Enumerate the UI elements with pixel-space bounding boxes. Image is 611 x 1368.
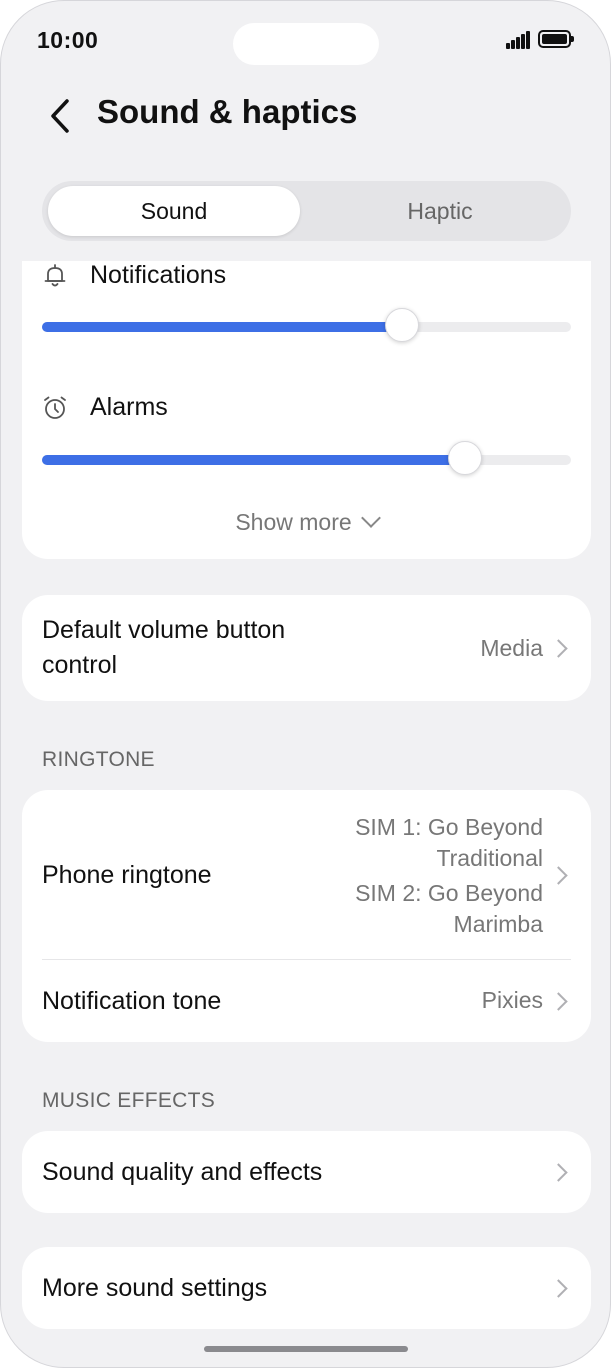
volume-card: Notifications Alarms Show more (22, 261, 591, 559)
bell-icon (42, 263, 68, 289)
phone-ringtone-row[interactable]: Phone ringtone SIM 1: Go Beyond Traditio… (22, 790, 591, 960)
alarm-clock-icon (42, 395, 68, 421)
show-more-label: Show more (235, 509, 352, 535)
phone-ringtone-sim1-value: SIM 1: Go Beyond Traditional (355, 814, 543, 871)
battery-icon (538, 30, 574, 48)
default-volume-label: Default volume button control (42, 616, 286, 679)
more-sound-settings-label: More sound settings (42, 1274, 268, 1302)
notification-tone-row[interactable]: Notification tone Pixies (22, 960, 591, 1042)
music-effects-section-header: MUSIC EFFECTS (42, 1089, 216, 1112)
sound-quality-row[interactable]: Sound quality and effects (22, 1131, 591, 1213)
status-time: 10:00 (37, 27, 99, 53)
chevron-down-icon (360, 508, 381, 528)
sound-quality-label: Sound quality and effects (42, 1158, 323, 1186)
alarms-label: Alarms (90, 393, 168, 421)
default-volume-row[interactable]: Default volume button control Media (22, 595, 591, 701)
phone-screen: 10:00 Sound & haptics Sound Haptic Notif… (0, 0, 611, 1368)
camera-notch (233, 23, 379, 65)
back-arrow-icon[interactable] (45, 97, 79, 135)
alarms-slider-fill (42, 455, 466, 465)
tab-sound[interactable]: Sound (48, 186, 300, 236)
chevron-right-icon (549, 992, 568, 1011)
alarms-slider[interactable] (42, 441, 571, 475)
notification-tone-label: Notification tone (42, 987, 222, 1015)
default-volume-value: Media (480, 635, 543, 661)
phone-ringtone-sim2-value: SIM 2: Go Beyond Marimba (355, 880, 543, 937)
notification-tone-value: Pixies (481, 987, 543, 1013)
chevron-right-icon (549, 639, 568, 658)
home-indicator[interactable] (204, 1346, 408, 1352)
chevron-right-icon (549, 866, 568, 885)
tab-haptic[interactable]: Haptic (314, 186, 566, 236)
phone-ringtone-label: Phone ringtone (42, 861, 212, 889)
notifications-slider[interactable] (42, 308, 571, 342)
ringtone-card: Phone ringtone SIM 1: Go Beyond Traditio… (22, 790, 591, 1042)
show-more-button[interactable]: Show more (22, 508, 591, 536)
sound-haptic-tabs: Sound Haptic (42, 181, 571, 241)
alarms-slider-thumb[interactable] (448, 441, 483, 475)
notifications-slider-fill (42, 322, 402, 332)
ringtone-section-header: RINGTONE (42, 748, 155, 771)
page-title: Sound & haptics (97, 93, 358, 130)
more-sound-settings-row[interactable]: More sound settings (22, 1247, 591, 1329)
notifications-slider-thumb[interactable] (384, 308, 419, 342)
signal-icon (506, 31, 530, 49)
chevron-right-icon (549, 1163, 568, 1182)
notifications-label: Notifications (90, 261, 227, 289)
chevron-right-icon (549, 1279, 568, 1298)
